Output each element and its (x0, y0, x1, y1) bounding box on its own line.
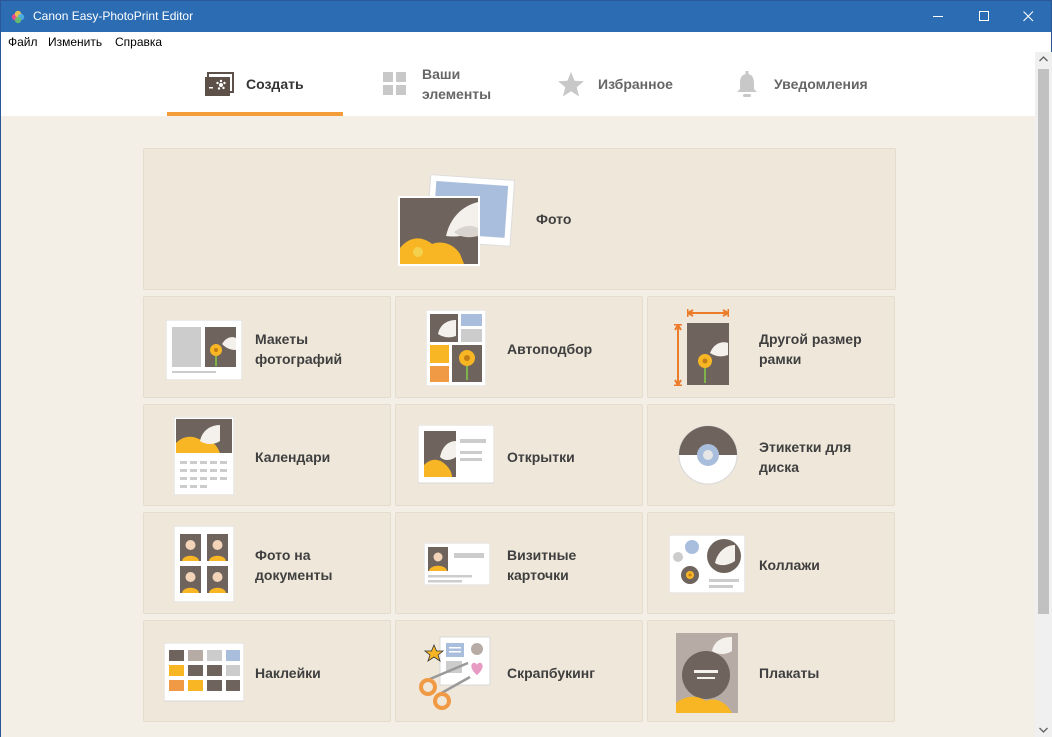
vertical-scrollbar[interactable] (1035, 52, 1052, 737)
tab-notifications[interactable]: Уведомления (732, 52, 868, 116)
tile-disc-labels-line2: диска (759, 459, 800, 475)
app-logo-icon (11, 10, 25, 24)
disc-icon (678, 425, 738, 485)
create-panel: Фото Макеты фотографий Автоподбор Другой… (1, 116, 1035, 737)
collage-icon (669, 535, 745, 593)
scroll-down-icon[interactable] (1039, 727, 1048, 733)
tab-create[interactable]: Создать (204, 52, 304, 116)
business-card-icon (424, 543, 490, 585)
tab-favorites[interactable]: Избранное (556, 52, 673, 116)
tile-autofill[interactable]: Автоподбор (395, 296, 643, 398)
title-bar: Canon Easy-PhotoPrint Editor (1, 1, 1051, 32)
photo-layout-icon (166, 320, 242, 380)
tile-collages-label: Коллажи (759, 557, 820, 573)
tile-business-cards-line2: карточки (507, 567, 569, 583)
scroll-up-icon[interactable] (1039, 56, 1048, 62)
tile-photo-label: Фото (536, 211, 572, 227)
autofill-icon (426, 310, 486, 386)
tab-create-label: Создать (246, 76, 304, 92)
menu-help[interactable]: Справка (115, 35, 162, 49)
tile-photo-layouts-label: Макеты фотографий (255, 329, 342, 369)
tab-your-items-label: Ваши элементы (422, 64, 491, 104)
tile-disc-labels[interactable]: Этикетки для диска (647, 404, 895, 506)
tile-disc-labels-label: Этикетки для диска (759, 437, 851, 477)
id-photo-icon (174, 526, 234, 602)
close-button[interactable] (1005, 1, 1051, 32)
window-title: Canon Easy-PhotoPrint Editor (33, 9, 194, 23)
tile-posters[interactable]: Плакаты (647, 620, 895, 722)
app-window: Canon Easy-PhotoPrint Editor Файл Измени… (0, 0, 1052, 737)
menu-bar: Файл Изменить Справка (1, 32, 1035, 52)
bell-icon (732, 70, 762, 98)
tile-business-cards-label: Визитные карточки (507, 545, 576, 585)
minimize-button[interactable] (915, 1, 961, 32)
tile-posters-label: Плакаты (759, 665, 820, 681)
tab-your-items-line1: Ваши (422, 66, 461, 82)
tile-custom-size-label: Другой размер рамки (759, 329, 862, 369)
scrapbooking-icon (419, 636, 491, 710)
tile-custom-size-line2: рамки (759, 351, 802, 367)
menu-file[interactable]: Файл (8, 35, 38, 49)
tile-custom-size-line1: Другой размер (759, 331, 862, 347)
tile-scrapbooking-label: Скрапбукинг (507, 665, 596, 681)
tile-custom-size[interactable]: Другой размер рамки (647, 296, 895, 398)
grid-icon (380, 70, 410, 98)
photo-icon (398, 174, 516, 266)
tile-scrapbooking[interactable]: Скрапбукинг (395, 620, 643, 722)
tile-business-cards[interactable]: Визитные карточки (395, 512, 643, 614)
tile-calendars-label: Календари (255, 449, 331, 465)
tile-photo[interactable]: Фото (143, 148, 896, 290)
tile-id-photos[interactable]: Фото на документы (143, 512, 391, 614)
custom-size-icon (674, 309, 729, 386)
tile-stickers-label: Наклейки (255, 665, 321, 681)
tile-calendars[interactable]: Календари (143, 404, 391, 506)
tab-notifications-label: Уведомления (774, 76, 868, 92)
tile-business-cards-line1: Визитные (507, 547, 577, 563)
menu-edit[interactable]: Изменить (48, 35, 102, 49)
maximize-icon (978, 11, 989, 21)
calendar-icon (174, 417, 234, 495)
tile-autofill-label: Автоподбор (507, 341, 593, 357)
tile-id-photos-line1: Фото на (255, 547, 311, 563)
card-icon (418, 425, 494, 484)
star-icon (556, 70, 586, 98)
tile-photo-layouts-line1: Макеты (255, 331, 309, 347)
tile-id-photos-label: Фото на документы (255, 545, 332, 585)
close-icon (1022, 11, 1033, 22)
sticker-icon (164, 643, 244, 702)
scrollbar-thumb[interactable] (1038, 69, 1049, 614)
minimize-icon (932, 16, 943, 17)
tab-bar: Создать Ваши элементы Избранное Уведомле… (1, 52, 1035, 116)
tile-disc-labels-line1: Этикетки для (759, 439, 852, 455)
tile-cards[interactable]: Открытки (395, 404, 643, 506)
tile-photo-layouts-line2: фотографий (255, 351, 343, 367)
maximize-button[interactable] (961, 1, 1007, 32)
tab-your-items[interactable]: Ваши элементы (380, 52, 491, 116)
tile-cards-label: Открытки (507, 449, 575, 465)
poster-icon (676, 633, 738, 713)
tab-your-items-line2: элементы (422, 86, 492, 102)
tile-id-photos-line2: документы (255, 567, 333, 583)
tile-collages[interactable]: Коллажи (647, 512, 895, 614)
tab-favorites-label: Избранное (598, 76, 673, 92)
tile-photo-layouts[interactable]: Макеты фотографий (143, 296, 391, 398)
tile-stickers[interactable]: Наклейки (143, 620, 391, 722)
create-icon (204, 70, 234, 98)
